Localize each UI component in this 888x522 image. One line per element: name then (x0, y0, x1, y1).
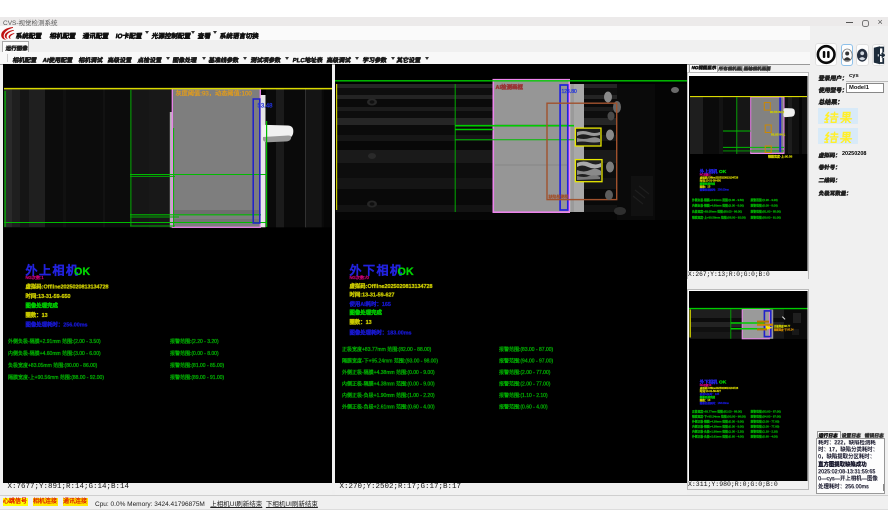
svg-text:图像处理耗时：183.00ms: 图像处理耗时：183.00ms (350, 329, 412, 337)
svg-text:OK: OK (74, 266, 90, 278)
svg-text:外侧正极-隔膜+4.38mm 范围:(0.00 - 9.00: 外侧正极-隔膜+4.38mm 范围:(0.00 - 9.00) (342, 369, 435, 376)
svg-text:报警范围:(2.00 - 77.00): 报警范围:(2.00 - 77.00) (751, 420, 780, 424)
svg-text:正极宽度+83.77mm 范围:(82.00 - 88.00: 正极宽度+83.77mm 范围:(82.00 - 88.00) (342, 346, 432, 353)
svg-text:外侧正极-隔膜+4.38mm 范围:(0.00 - 9.00: 外侧正极-隔膜+4.38mm 范围:(0.00 - 9.00) (692, 420, 744, 424)
svg-text:使用AI耗时：165: 使用AI耗时：165 (349, 300, 391, 308)
svg-text:外侧正极-负极+2.61mm 范围:(0.60 - 4.00: 外侧正极-负极+2.61mm 范围:(0.60 - 4.00) (342, 404, 435, 411)
svg-text:报警范围:(0.60 - 4.00): 报警范围:(0.60 - 4.00) (751, 435, 778, 439)
svg-text:123.80: 123.80 (562, 89, 578, 95)
svg-text:虚拟码:Offline2025020813134728: 虚拟码:Offline2025020813134728 (26, 283, 109, 291)
svg-text:隔膜宽度-下+95.24mm 范围:(93.00 - 98.: 隔膜宽度-下+95.24mm 范围:(93.00 - 98.00) (692, 415, 746, 419)
svg-text:内侧正极-隔膜+4.38mm 范围:(0.00 - 9.00: 内侧正极-隔膜+4.38mm 范围:(0.00 - 9.00) (342, 381, 435, 388)
svg-text:时间:13-31-59-627: 时间:13-31-59-627 (350, 291, 395, 299)
svg-text:报警范围:(2.20 - 3.20): 报警范围:(2.20 - 3.20) (751, 198, 778, 202)
svg-text:内侧正极-负极+1.90mm 范围:(1.00 - 2.20: 内侧正极-负极+1.90mm 范围:(1.00 - 2.20) (342, 392, 435, 399)
svg-text:内侧负极-隔膜+4.60mm 范围:(3.00 - 6.00: 内侧负极-隔膜+4.60mm 范围:(3.00 - 6.00) (8, 350, 101, 357)
svg-text:缺陷检测框: 缺陷检测框 (549, 193, 569, 199)
svg-text:圈数：13: 圈数：13 (26, 311, 48, 319)
svg-text:正极宽度:83.77: 正极宽度:83.77 (774, 324, 791, 328)
svg-text:90.56 82.2: 90.56 82.2 (770, 110, 785, 114)
svg-text:OK: OK (719, 169, 727, 175)
svg-text:报警范围:(2.00 - 77.00): 报警范围:(2.00 - 77.00) (751, 425, 780, 429)
svg-text:OK: OK (719, 379, 727, 385)
svg-text:图像处理耗时：256.00ms: 图像处理耗时：256.00ms (26, 321, 88, 329)
svg-text:负极宽度+83.05mm 范围:(80.00 - 86.00: 负极宽度+83.05mm 范围:(80.00 - 86.00) (692, 210, 742, 214)
svg-text:AI检测画框: AI检测画框 (496, 83, 524, 91)
svg-text:负极宽度+83.05mm 范围:(80.00 - 86.00: 负极宽度+83.05mm 范围:(80.00 - 86.00) (8, 362, 98, 369)
svg-text:虚拟码:Offline2025020813134728: 虚拟码:Offline2025020813134728 (350, 282, 433, 290)
svg-text:报警范围:(81.00 - 85.00): 报警范围:(81.00 - 85.00) (751, 210, 781, 214)
svg-text:报警范围:(89.00 - 91.00): 报警范围:(89.00 - 91.00) (751, 215, 781, 219)
svg-text:NG次数:/0: NG次数:/0 (350, 274, 370, 281)
svg-text:隔膜宽度-上:90.56: 隔膜宽度-上:90.56 (768, 154, 793, 159)
svg-text:报警范围:(2.00 - 77.00): 报警范围:(2.00 - 77.00) (499, 369, 551, 376)
svg-text:报警范围:(0.00 - 8.00): 报警范围:(0.00 - 8.00) (751, 204, 778, 208)
svg-text:灰度阈值:93，动态阈值:100: 灰度阈值:93，动态阈值:100 (176, 90, 253, 98)
svg-text:报警范围:(1.10 - 2.10): 报警范围:(1.10 - 2.10) (751, 430, 778, 434)
svg-text:报警范围:(83.00 - 87.00): 报警范围:(83.00 - 87.00) (751, 410, 781, 414)
svg-text:报警范围:(81.00 - 85.00): 报警范围:(81.00 - 85.00) (170, 362, 225, 369)
svg-text:隔膜宽度-下+95.24mm 范围:(93.00 - 98.: 隔膜宽度-下+95.24mm 范围:(93.00 - 98.00) (342, 358, 438, 365)
svg-text:图像处理耗时：256.00ms: 图像处理耗时：256.00ms (700, 187, 730, 191)
svg-text:内侧正极-隔膜+4.38mm 范围:(0.00 - 9.00: 内侧正极-隔膜+4.38mm 范围:(0.00 - 9.00) (692, 425, 744, 429)
svg-text:报警范围:(1.10 - 2.10): 报警范围:(1.10 - 2.10) (499, 392, 548, 399)
svg-text:报警范围:(89.00 - 91.00): 报警范围:(89.00 - 91.00) (170, 374, 225, 381)
svg-text:隔膜宽度-上+90.56mm 范围:(88.00 - 92.: 隔膜宽度-上+90.56mm 范围:(88.00 - 92.00) (692, 215, 746, 219)
svg-text:外侧正极-负极+2.61mm 范围:(0.60 - 4.00: 外侧正极-负极+2.61mm 范围:(0.60 - 4.00) (692, 435, 744, 439)
svg-text:53.48: 53.48 (258, 104, 274, 110)
svg-text:内侧正极-负极+1.90mm 范围:(1.00 - 2.20: 内侧正极-负极+1.90mm 范围:(1.00 - 2.20) (692, 430, 744, 434)
svg-text:报警范围:(0.00 - 8.00): 报警范围:(0.00 - 8.00) (170, 350, 219, 357)
svg-text:图像处理耗时：183.00ms: 图像处理耗时：183.00ms (700, 401, 730, 405)
svg-text:隔膜宽度-下:95.24: 隔膜宽度-下:95.24 (774, 327, 794, 331)
svg-text:报警范围:(0.60 - 4.00): 报警范围:(0.60 - 4.00) (499, 404, 548, 411)
svg-text:报警范围:(83.00 - 87.00): 报警范围:(83.00 - 87.00) (499, 346, 554, 353)
svg-text:外侧负极-隔膜+2.91mm 范围:(2.00 - 3.50: 外侧负极-隔膜+2.91mm 范围:(2.00 - 3.50) (8, 338, 101, 345)
svg-text:图像处理完成: 图像处理完成 (350, 309, 383, 317)
svg-text:时间:13-31-59-650: 时间:13-31-59-650 (26, 292, 71, 300)
svg-text:图像处理完成: 图像处理完成 (26, 302, 59, 310)
svg-text:圈数：13: 圈数：13 (350, 318, 372, 326)
svg-text:正极宽度+83.77mm 范围:(82.00 - 88.00: 正极宽度+83.77mm 范围:(82.00 - 88.00) (692, 410, 742, 414)
svg-text:内侧负极-隔膜+4.60mm 范围:(3.00 - 6.00: 内侧负极-隔膜+4.60mm 范围:(3.00 - 6.00) (692, 204, 744, 208)
svg-text:隔膜宽度-上+90.56mm 范围:(88.00 - 92.: 隔膜宽度-上+90.56mm 范围:(88.00 - 92.00) (8, 374, 104, 381)
svg-text:报警范围:(94.00 - 97.00): 报警范围:(94.00 - 97.00) (751, 415, 781, 419)
svg-text:报警范围:(2.20 - 3.20): 报警范围:(2.20 - 3.20) (170, 338, 219, 345)
svg-text:外侧负极-隔膜+2.91mm 范围:(2.00 - 3.50: 外侧负极-隔膜+2.91mm 范围:(2.00 - 3.50) (692, 198, 744, 202)
svg-text:报警范围:(2.00 - 77.00): 报警范围:(2.00 - 77.00) (499, 381, 551, 388)
svg-text:NG次数:1: NG次数:1 (26, 274, 45, 281)
svg-text:OK: OK (398, 266, 414, 278)
svg-text:报警范围:(94.00 - 97.00): 报警范围:(94.00 - 97.00) (499, 358, 554, 365)
svg-text:83.05 84.1: 83.05 84.1 (771, 133, 786, 137)
